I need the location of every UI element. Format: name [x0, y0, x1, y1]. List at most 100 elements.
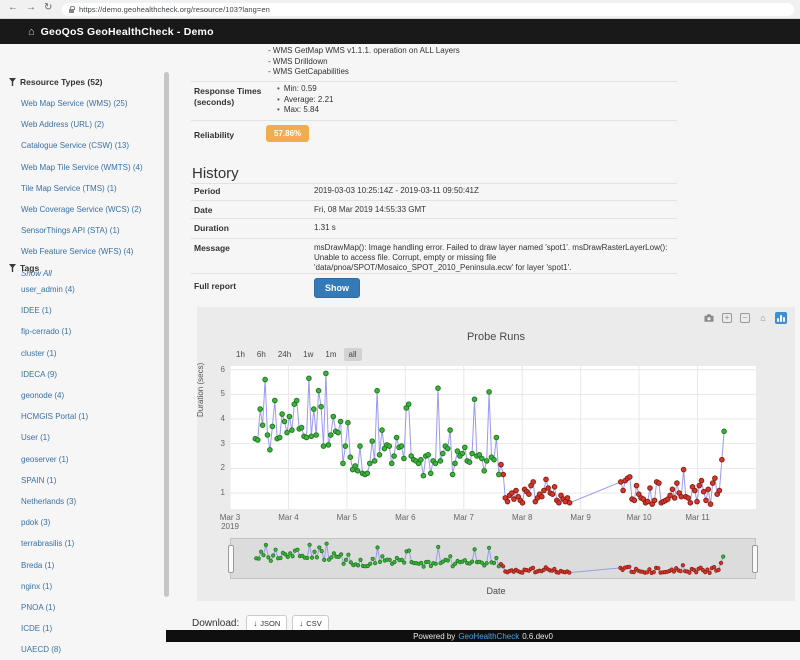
version-text: 0.6.dev0	[522, 632, 553, 641]
sidebar-item: fip-cerrado (1)	[9, 320, 157, 341]
history-heading: History	[192, 165, 239, 182]
sidebar-item: geonode (4)	[9, 384, 157, 405]
sidebar: Resource Types (52) Web Map Service (WMS…	[0, 44, 197, 630]
tag-link[interactable]: SPAIN (1)	[21, 476, 56, 485]
sidebar-item: terrabrasilis (1)	[9, 532, 157, 553]
browser-forward-icon[interactable]: →	[26, 2, 36, 13]
home-icon[interactable]: ⌂	[28, 26, 35, 38]
sidebar-item: IDECA (9)	[9, 363, 157, 384]
y-tick-label: 2	[199, 463, 225, 472]
tag-link[interactable]: PNOA (1)	[21, 603, 55, 612]
sidebar-item: Web Map Tile Service (WMTS) (4)	[9, 156, 157, 177]
sidebar-item: SPAIN (1)	[9, 469, 157, 490]
tag-link[interactable]: cluster (1)	[21, 349, 57, 358]
tag-link[interactable]: UAECD (8)	[21, 645, 61, 654]
sidebar-scrollbar[interactable]	[164, 72, 169, 597]
browser-back-icon[interactable]: ←	[8, 2, 18, 13]
tag-link[interactable]: fip-cerrado (1)	[21, 327, 71, 336]
response-time-item: Average: 2.21	[277, 95, 333, 106]
divider	[191, 273, 677, 274]
operation-item: - WMS GetCapabilities	[268, 67, 460, 78]
resource-type-link[interactable]: Web Map Service (WMS) (25)	[21, 99, 128, 108]
x-tick-label: Mar 32019	[208, 513, 252, 531]
resource-types-list: Web Map Service (WMS) (25) Web Address (U…	[9, 92, 157, 283]
tag-link[interactable]: Netherlands (3)	[21, 497, 76, 506]
resource-types-header-label: Resource Types (52)	[20, 77, 103, 87]
show-report-button[interactable]: Show	[314, 278, 360, 298]
y-tick-label: 3	[199, 439, 225, 448]
download-icon: ↓	[253, 619, 257, 628]
response-times-label: Response Times (seconds)	[194, 86, 261, 108]
resource-type-link[interactable]: Web Address (URL) (2)	[21, 120, 104, 129]
range-button-1m[interactable]: 1m	[320, 348, 341, 361]
tags-header-label: Tags	[20, 263, 39, 273]
divider	[191, 238, 677, 239]
x-tick-label: Mar 6	[383, 513, 427, 522]
response-times-values: Min: 0.59Average: 2.21Max: 5.84	[277, 84, 333, 116]
range-button-6h[interactable]: 6h	[252, 348, 271, 361]
resource-type-link[interactable]: Catalogue Service (CSW) (13)	[21, 141, 129, 150]
tag-link[interactable]: geoserver (1)	[21, 455, 69, 464]
tag-link[interactable]: Breda (1)	[21, 561, 54, 570]
tags-header: Tags	[9, 262, 157, 274]
tag-link[interactable]: User (1)	[21, 433, 50, 442]
download-label: Download:	[192, 618, 239, 629]
tag-link[interactable]: ICDE (1)	[21, 624, 52, 633]
range-button-1w[interactable]: 1w	[298, 348, 318, 361]
y-tick-label: 1	[199, 488, 225, 497]
sidebar-item: ICDE (1)	[9, 617, 157, 638]
browser-reload-icon[interactable]: ↻	[44, 2, 52, 13]
history-row-value: 1.31 s	[314, 223, 682, 233]
reset-axes-icon[interactable]: ⌂	[757, 313, 769, 324]
range-slider[interactable]	[230, 538, 756, 579]
sidebar-item: Web Map Service (WMS) (25)	[9, 92, 157, 113]
filter-funnel-icon	[9, 78, 16, 86]
tag-link[interactable]: user_admin (4)	[21, 285, 75, 294]
app-title[interactable]: GeoQoS GeoHealthCheck - Demo	[41, 26, 214, 38]
history-row-label: Message	[194, 243, 230, 254]
address-bar[interactable]: https://demo.geohealthcheck.org/resource…	[62, 3, 794, 16]
resource-type-link[interactable]: SensorThings API (STA) (1)	[21, 226, 120, 235]
probe-runs-plot[interactable]	[230, 366, 756, 509]
y-tick-label: 4	[199, 414, 225, 423]
reliability-badge: 57.86%	[266, 125, 309, 142]
sidebar-item: Catalogue Service (CSW) (13)	[9, 134, 157, 155]
history-row-value: Fri, 08 Mar 2019 14:55:33 GMT	[314, 205, 682, 215]
app-navbar: ⌂ GeoQoS GeoHealthCheck - Demo	[0, 19, 800, 44]
range-button-all[interactable]: all	[344, 348, 362, 361]
powered-by-text: Powered by	[413, 632, 455, 641]
response-time-item: Min: 0.59	[277, 84, 333, 95]
range-button-1h[interactable]: 1h	[231, 348, 250, 361]
zoom-in-icon[interactable]: +	[721, 313, 733, 324]
tag-link[interactable]: HCMGIS Portal (1)	[21, 412, 88, 421]
divider	[191, 81, 677, 82]
x-tick-label: Mar 8	[500, 513, 544, 522]
y-tick-label: 5	[199, 389, 225, 398]
history-row-label: Period	[194, 186, 220, 197]
resource-type-link[interactable]: Web Map Tile Service (WMTS) (4)	[21, 163, 143, 172]
geohealthcheck-link[interactable]: GeoHealthCheck	[458, 632, 519, 641]
x-tick-label: Mar 10	[617, 513, 661, 522]
range-slider-left-handle[interactable]	[228, 545, 234, 573]
sidebar-item: Web Feature Service (WFS) (4)	[9, 240, 157, 261]
zoom-out-icon[interactable]: −	[739, 313, 751, 324]
range-button-24h[interactable]: 24h	[273, 348, 296, 361]
reliability-label: Reliability	[194, 130, 234, 141]
divider	[191, 218, 677, 219]
resource-type-link[interactable]: Web Coverage Service (WCS) (2)	[21, 205, 141, 214]
tag-link[interactable]: IDEE (1)	[21, 306, 52, 315]
x-tick-label: Mar 7	[442, 513, 486, 522]
tag-link[interactable]: IDECA (9)	[21, 370, 57, 379]
resource-type-link[interactable]: Tile Map Service (TMS) (1)	[21, 184, 117, 193]
tag-link[interactable]: terrabrasilis (1)	[21, 539, 74, 548]
sidebar-item: SensorThings API (STA) (1)	[9, 219, 157, 240]
camera-icon[interactable]	[703, 313, 715, 324]
tag-link[interactable]: nginx (1)	[21, 582, 52, 591]
plotly-logo-icon[interactable]	[775, 312, 787, 324]
tag-link[interactable]: pdok (3)	[21, 518, 50, 527]
resource-types-section: Resource Types (52) Web Map Service (WMS…	[9, 76, 157, 283]
tag-link[interactable]: geonode (4)	[21, 391, 64, 400]
divider	[191, 120, 677, 121]
resource-type-link[interactable]: Web Feature Service (WFS) (4)	[21, 247, 133, 256]
range-slider-right-handle[interactable]	[752, 545, 758, 573]
